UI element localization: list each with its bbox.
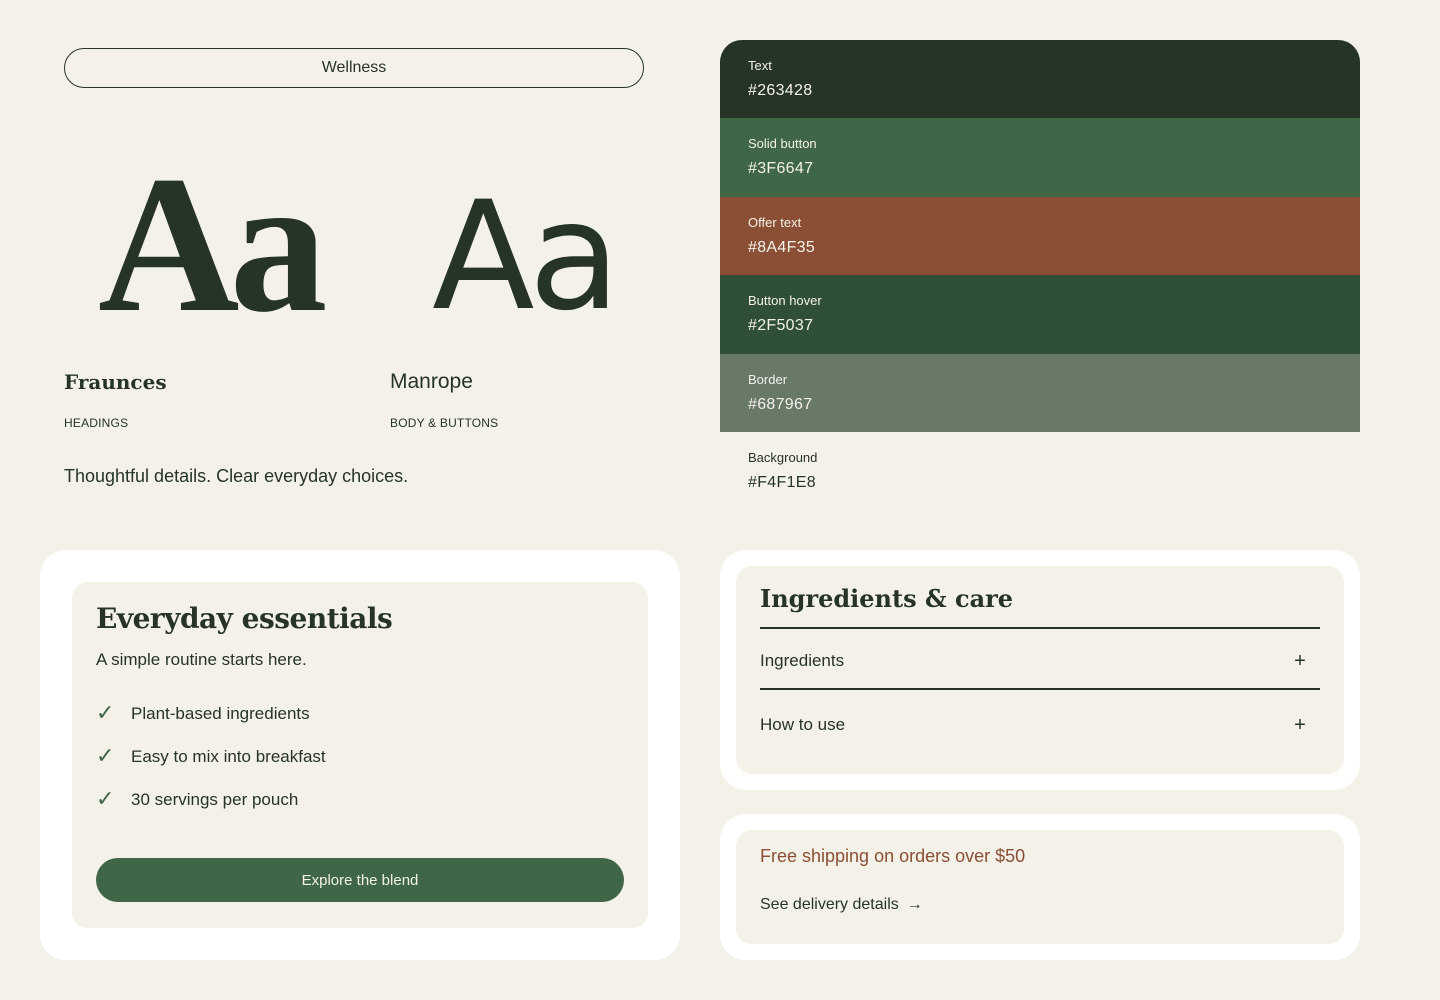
swatch-label: Text <box>748 58 772 73</box>
list-item: ✓ Easy to mix into breakfast <box>96 735 596 778</box>
heading-font-specimen: Aa <box>98 136 328 353</box>
plus-icon[interactable]: + <box>1280 650 1320 673</box>
heading-font-name: Fraunces <box>64 370 167 394</box>
ingredients-care-card: Ingredients & care Ingredients + How to … <box>720 550 1360 790</box>
heading-font-role: HEADINGS <box>64 416 129 430</box>
color-palette: Text #263428 Solid button #3F6647 Offer … <box>720 40 1360 511</box>
tagline: Thoughtful details. Clear everyday choic… <box>64 466 409 486</box>
divider <box>760 627 1320 629</box>
swatch-hex: #263428 <box>748 82 813 99</box>
swatch-hex: #8A4F35 <box>748 238 816 256</box>
ingredients-care-title: Ingredients & care <box>760 584 1014 613</box>
list-item: ✓ Plant-based ingredients <box>96 692 596 735</box>
swatch-hex: #F4F1E8 <box>748 473 816 491</box>
plus-icon[interactable]: + <box>1280 714 1320 737</box>
body-font-role: BODY & BUTTONS <box>390 416 499 430</box>
swatch-border: Border #687967 <box>720 353 1360 432</box>
essentials-card-inner: Everyday essentials A simple routine sta… <box>72 582 648 928</box>
feature-list: ✓ Plant-based ingredients ✓ Easy to mix … <box>96 692 596 821</box>
shipping-card-inner: Free shipping on orders over $50 See del… <box>736 830 1344 944</box>
divider <box>760 688 1320 690</box>
accordion-item-ingredients[interactable]: Ingredients + <box>760 636 1320 686</box>
feature-label: 30 servings per pouch <box>131 789 299 809</box>
delivery-details-link[interactable]: See delivery details → <box>760 896 923 914</box>
swatch-label: Offer text <box>748 214 802 230</box>
arrow-right-icon: → <box>906 896 923 913</box>
swatch-offer-text: Offer text #8A4F35 <box>720 196 1360 276</box>
swatch-label: Solid button <box>748 136 817 152</box>
swatch-text: Text #263428 <box>720 40 1360 119</box>
swatch-label: Button hover <box>748 293 822 309</box>
accordion-label: How to use <box>760 715 846 734</box>
body-font-specimen: Aa <box>432 170 621 344</box>
category-tag[interactable]: Wellness <box>64 48 644 88</box>
ingredients-care-inner: Ingredients & care Ingredients + How to … <box>736 566 1344 774</box>
swatch-hex: #2F5037 <box>748 317 814 335</box>
shipping-card: Free shipping on orders over $50 See del… <box>720 814 1360 960</box>
swatch-hex: #687967 <box>748 395 813 413</box>
swatch-background: Background #F4F1E8 <box>720 431 1360 511</box>
shipping-offer: Free shipping on orders over $50 <box>760 846 1026 866</box>
check-icon: ✓ <box>96 701 115 726</box>
accordion-item-how-to-use[interactable]: How to use + <box>760 700 1320 750</box>
body-font-name: Manrope <box>390 370 473 393</box>
check-icon: ✓ <box>96 744 115 769</box>
essentials-card: Everyday essentials A simple routine sta… <box>40 550 680 960</box>
swatch-button-hover: Button hover #2F5037 <box>720 275 1360 354</box>
essentials-subtitle: A simple routine starts here. <box>96 650 307 669</box>
essentials-title: Everyday essentials <box>96 602 393 635</box>
feature-label: Easy to mix into breakfast <box>131 746 326 766</box>
list-item: ✓ 30 servings per pouch <box>96 778 596 821</box>
delivery-details-label: See delivery details <box>760 896 899 913</box>
check-icon: ✓ <box>96 787 115 812</box>
accordion-label: Ingredients <box>760 651 845 670</box>
swatch-hex: #3F6647 <box>748 160 814 178</box>
swatch-label: Background <box>748 449 818 465</box>
swatch-label: Border <box>748 371 788 387</box>
explore-blend-button[interactable]: Explore the blend <box>96 858 624 902</box>
swatch-solid-button: Solid button #3F6647 <box>720 118 1360 197</box>
feature-label: Plant-based ingredients <box>131 703 310 723</box>
